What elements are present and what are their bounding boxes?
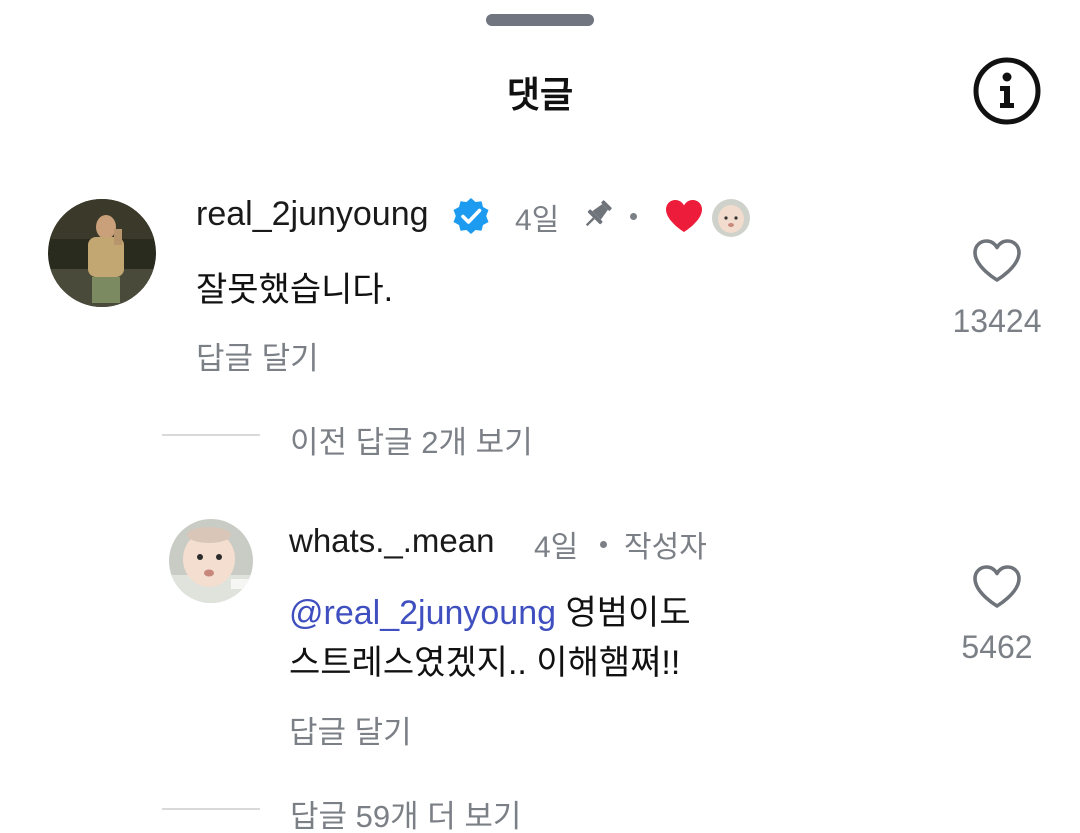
- thread-divider: [162, 434, 260, 436]
- drag-handle[interactable]: [486, 14, 594, 26]
- comment-text-line1: 영범이도: [556, 594, 691, 632]
- view-more-replies-button[interactable]: 답글 59개 더 보기: [290, 791, 521, 833]
- comments-sheet: 댓글 real_2junyoung 4일 잘못했습니다. 답글 달기 13424…: [0, 0, 1080, 833]
- heart-filled-icon: [665, 199, 703, 237]
- view-previous-replies-button[interactable]: 이전 답글 2개 보기: [290, 417, 533, 462]
- author-like-avatar: [712, 199, 750, 237]
- page-title: 댓글: [506, 75, 574, 116]
- separator-dot: [600, 541, 607, 548]
- comment-time: 4일: [515, 204, 560, 237]
- comment-username[interactable]: whats._.mean: [289, 522, 494, 560]
- avatar[interactable]: [48, 199, 156, 307]
- reply-button[interactable]: 답글 달기: [196, 333, 319, 378]
- mention-link[interactable]: @real_2junyoung: [289, 594, 556, 632]
- comment-username[interactable]: real_2junyoung: [196, 195, 429, 234]
- comment-time: 4일: [534, 531, 579, 564]
- author-badge: 작성자: [624, 531, 707, 564]
- heart-outline-icon[interactable]: [972, 564, 1022, 610]
- reply-button[interactable]: 답글 달기: [289, 707, 412, 752]
- comment-text-line2: 스트레스였겠지.. 이해햄쪄!!: [289, 644, 681, 682]
- like-count: 13424: [952, 303, 1042, 339]
- separator-dot: [630, 213, 637, 220]
- comment-text: 잘못했습니다.: [196, 271, 394, 309]
- pin-icon: [580, 196, 616, 236]
- heart-outline-icon[interactable]: [972, 238, 1022, 284]
- info-icon[interactable]: [972, 56, 1042, 126]
- avatar[interactable]: [169, 519, 253, 603]
- like-count: 5462: [961, 629, 1033, 665]
- comment-text: @real_2junyoung 영범이도 스트레스였겠지.. 이해햄쪄!!: [289, 588, 691, 688]
- thread-divider: [162, 808, 260, 810]
- verified-badge-icon: [451, 196, 491, 240]
